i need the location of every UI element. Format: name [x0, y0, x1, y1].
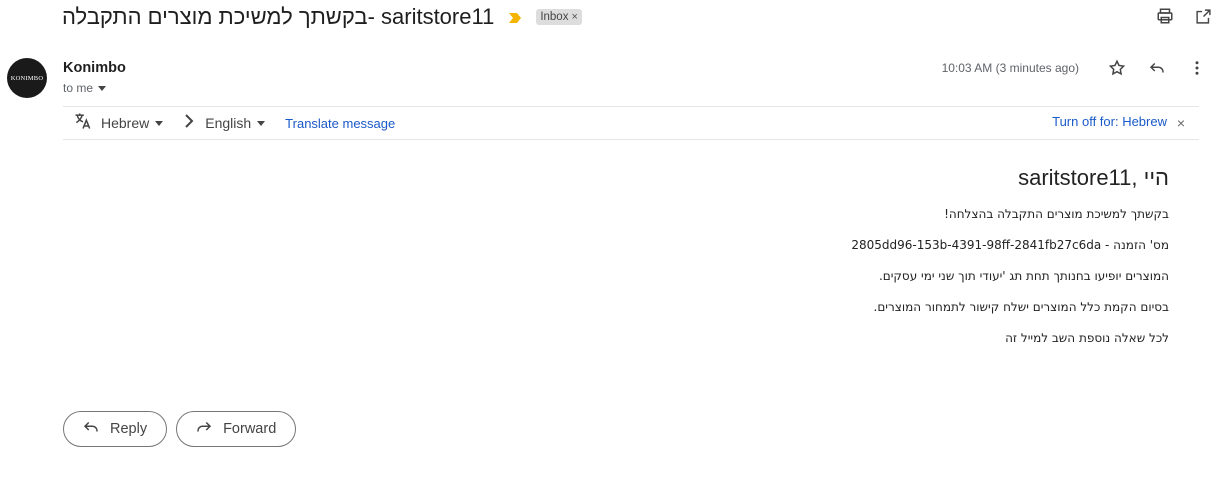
- chevron-right-icon: [183, 113, 195, 133]
- body-line: בקשתך למשיכת מוצרים התקבלה בהצלחה!: [944, 207, 1169, 221]
- importance-marker-icon[interactable]: [508, 11, 522, 23]
- message-actions: Reply Forward: [63, 411, 297, 447]
- more-options-icon[interactable]: [1187, 58, 1207, 78]
- inbox-label-chip: Inbox ×: [536, 9, 582, 25]
- chevron-down-icon: [155, 120, 164, 126]
- body-line: בסיום הקמת כלל המוצרים ישלח קישור לתמחור…: [873, 300, 1169, 314]
- message-meta: 10:03 AM (3 minutes ago): [942, 58, 1207, 78]
- source-language-select[interactable]: Hebrew: [101, 115, 164, 131]
- forward-label: Forward: [223, 421, 277, 437]
- chevron-down-icon: [98, 85, 107, 91]
- sender-avatar[interactable]: KONIMBO: [7, 58, 47, 98]
- avatar-logo-text: KONIMBO: [10, 74, 44, 82]
- subject-row: בקשתך למשיכת מוצרים התקבלה- saritstore11…: [62, 4, 582, 30]
- close-icon[interactable]: ×: [1177, 115, 1185, 131]
- remove-label-icon[interactable]: ×: [571, 11, 577, 23]
- reply-label: Reply: [110, 421, 148, 437]
- thread-toolbar: [1155, 6, 1213, 26]
- source-language-label: Hebrew: [101, 115, 150, 131]
- target-language-select[interactable]: English: [205, 115, 266, 131]
- translate-message-link[interactable]: Translate message: [285, 116, 395, 131]
- sender-name[interactable]: Konimbo: [63, 60, 126, 76]
- print-icon[interactable]: [1155, 6, 1175, 26]
- email-greeting: היי ,saritstore11: [1018, 165, 1169, 190]
- target-language-label: English: [205, 115, 252, 131]
- translate-bar: Hebrew English Translate message Turn of…: [63, 106, 1199, 140]
- open-in-new-window-icon[interactable]: [1193, 6, 1213, 26]
- recipient-details-toggle[interactable]: to me: [63, 81, 107, 95]
- translate-icon: [73, 111, 93, 136]
- reply-icon: [82, 418, 100, 440]
- forward-icon: [195, 418, 213, 440]
- body-line: לכל שאלה נוספת השב למייל זה: [1005, 331, 1169, 345]
- email-subject: בקשתך למשיכת מוצרים התקבלה- saritstore11: [62, 4, 495, 29]
- message-timestamp: 10:03 AM (3 minutes ago): [941, 61, 1079, 75]
- recipient-label: to me: [63, 81, 94, 95]
- reply-button[interactable]: Reply: [63, 411, 168, 447]
- star-icon[interactable]: [1107, 58, 1127, 78]
- forward-button[interactable]: Forward: [176, 411, 297, 447]
- chevron-down-icon: [257, 120, 266, 126]
- body-line: המוצרים יופיעו בחנותך תחת תג 'יעודי תוך …: [878, 269, 1169, 283]
- body-line: מס' הזמנה - 2805dd96-153b-4391-98ff-2841…: [851, 238, 1169, 252]
- inbox-label-text: Inbox: [540, 11, 569, 23]
- reply-icon[interactable]: [1147, 58, 1167, 78]
- turn-off-translation-link[interactable]: Turn off for: Hebrew: [1052, 114, 1167, 129]
- email-body: היי ,saritstore11 בקשתך למשיכת מוצרים הת…: [851, 165, 1169, 362]
